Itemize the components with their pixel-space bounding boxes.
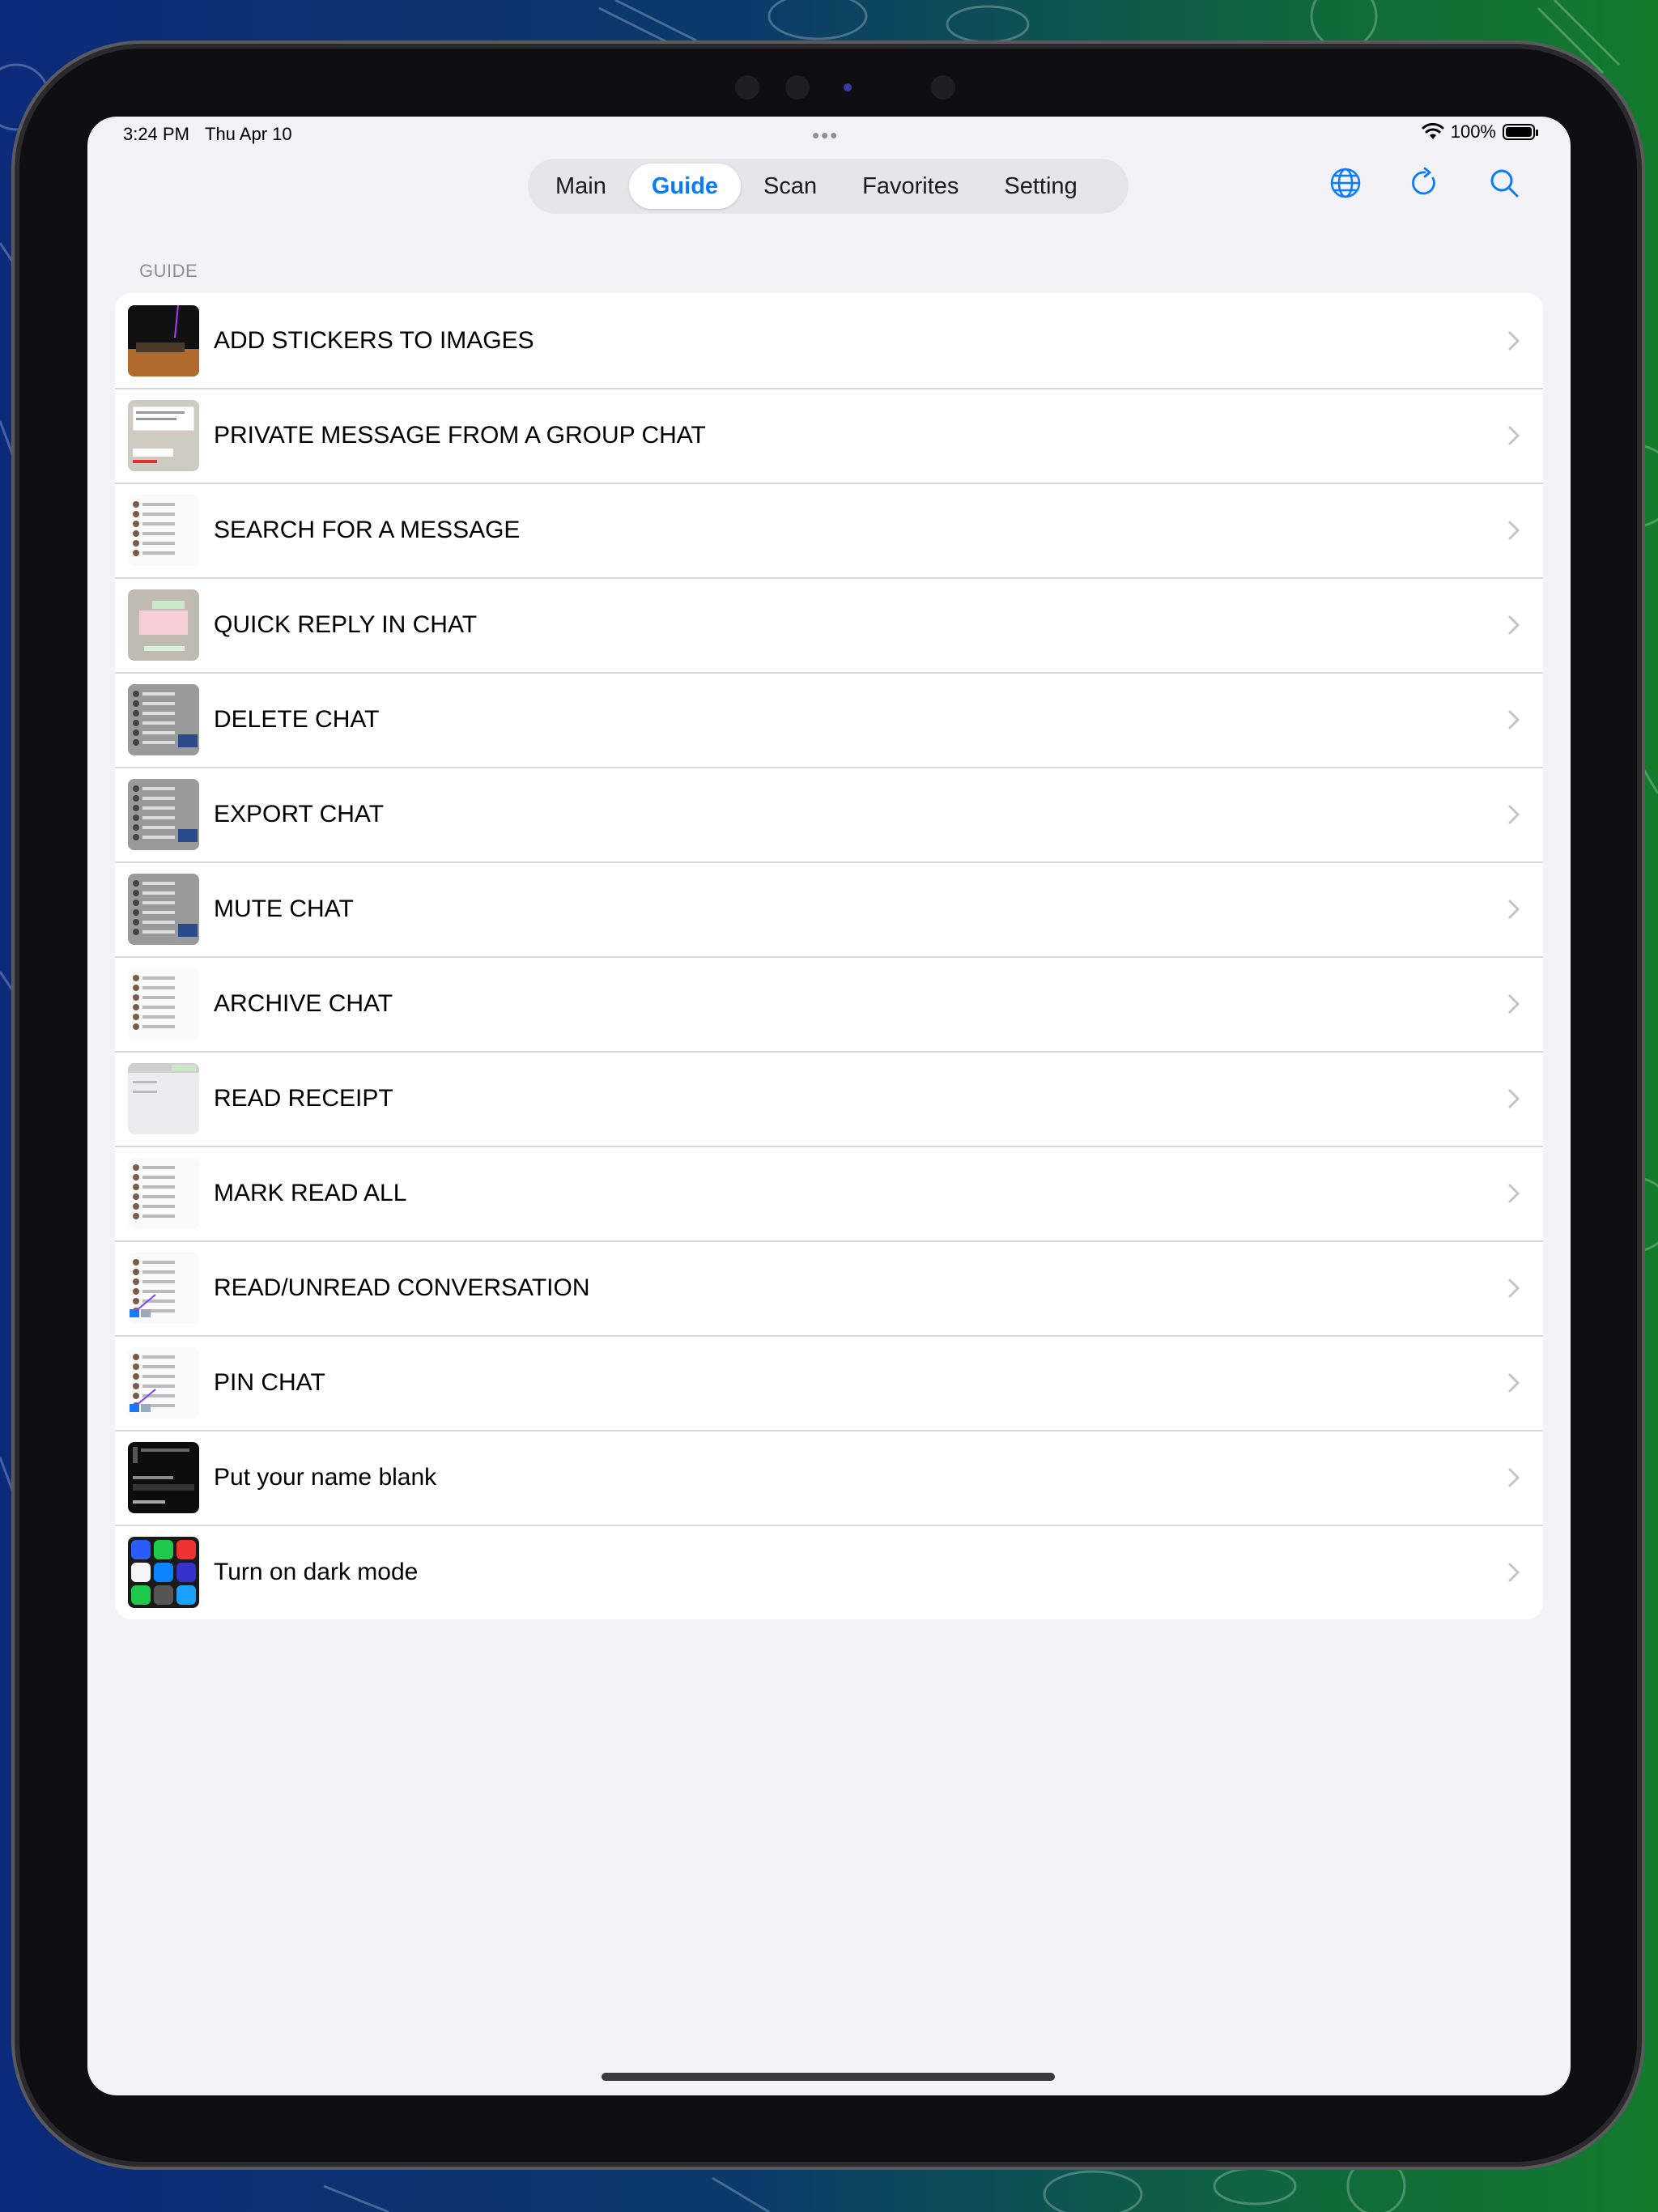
guide-row-label: READ/UNREAD CONVERSATION [214, 1274, 590, 1301]
chevron-right-icon [1508, 1089, 1520, 1108]
guide-thumbnail [128, 873, 199, 945]
guide-row-label: ARCHIVE CHAT [214, 989, 393, 1017]
guide-row[interactable]: PIN CHAT [115, 1335, 1543, 1430]
battery-percent: 100% [1450, 121, 1496, 142]
guide-row[interactable]: ARCHIVE CHAT [115, 956, 1543, 1051]
chevron-right-icon [1508, 615, 1520, 634]
tab-main[interactable]: Main [533, 164, 629, 209]
tab-setting[interactable]: Setting [981, 164, 1099, 209]
chevron-right-icon [1508, 994, 1520, 1013]
guide-row-label: DELETE CHAT [214, 705, 380, 733]
chevron-right-icon [1508, 1468, 1520, 1487]
chevron-right-icon [1508, 1563, 1520, 1581]
guide-row[interactable]: EXPORT CHAT [115, 767, 1543, 861]
camera-icon [844, 83, 852, 91]
guide-row-label: SEARCH FOR A MESSAGE [214, 516, 521, 543]
guide-thumbnail [128, 683, 199, 755]
guide-thumbnail [128, 1536, 199, 1608]
guide-row-label: MARK READ ALL [214, 1179, 407, 1206]
chevron-right-icon [1508, 710, 1520, 729]
guide-thumbnail [128, 1346, 199, 1419]
guide-row-label: READ RECEIPT [214, 1084, 393, 1112]
tab-segmented-control: Main Guide Scan Favorites Setting [528, 159, 1129, 214]
battery-level [1506, 127, 1532, 137]
guide-thumbnail [128, 494, 199, 566]
globe-icon[interactable] [1328, 165, 1363, 201]
chevron-right-icon [1508, 331, 1520, 350]
guide-row-label: PRIVATE MESSAGE FROM A GROUP CHAT [214, 421, 706, 449]
guide-thumbnail [128, 778, 199, 850]
tab-scan[interactable]: Scan [741, 164, 840, 209]
guide-thumbnail [128, 1252, 199, 1324]
home-indicator[interactable] [602, 2073, 1055, 2081]
guide-row-label: ADD STICKERS TO IMAGES [214, 326, 534, 354]
chevron-right-icon [1508, 1278, 1520, 1297]
tab-guide[interactable]: Guide [628, 164, 742, 209]
guide-row-label: Turn on dark mode [214, 1558, 419, 1585]
guide-thumbnail [128, 1062, 199, 1134]
guide-row[interactable]: Put your name blank [115, 1430, 1543, 1525]
chevron-right-icon [1508, 805, 1520, 823]
chevron-right-icon [1508, 426, 1520, 445]
guide-row[interactable]: MUTE CHAT [115, 861, 1543, 956]
wifi-icon [1422, 123, 1444, 139]
battery-icon [1503, 124, 1538, 140]
guide-row[interactable]: QUICK REPLY IN CHAT [115, 577, 1543, 672]
guide-row[interactable]: PRIVATE MESSAGE FROM A GROUP CHAT [115, 388, 1543, 483]
guide-row[interactable]: ADD STICKERS TO IMAGES [115, 293, 1543, 388]
app-screen: 3:24 PM Thu Apr 10 ••• 100% Main Guide Sca… [87, 117, 1571, 2095]
chevron-right-icon [1508, 900, 1520, 918]
guide-row-label: MUTE CHAT [214, 895, 354, 922]
toolbar-icons [1328, 165, 1522, 201]
guide-thumbnail [128, 1441, 199, 1513]
guide-row-label: QUICK REPLY IN CHAT [214, 610, 478, 638]
guide-thumbnail [128, 399, 199, 471]
guide-row[interactable]: MARK READ ALL [115, 1146, 1543, 1240]
tab-favorites[interactable]: Favorites [840, 164, 981, 209]
guide-row-label: PIN CHAT [214, 1368, 325, 1396]
search-icon[interactable] [1486, 165, 1522, 201]
sensor-dot [735, 75, 759, 100]
sensor-dot [931, 75, 955, 100]
guide-row[interactable]: READ/UNREAD CONVERSATION [115, 1240, 1543, 1335]
guide-row[interactable]: READ RECEIPT [115, 1051, 1543, 1146]
multitasking-dots[interactable]: ••• [812, 123, 839, 148]
status-time: 3:24 PM [123, 124, 189, 144]
status-date: Thu Apr 10 [205, 124, 292, 144]
guide-row-label: EXPORT CHAT [214, 800, 385, 827]
guide-thumbnail [128, 589, 199, 661]
section-header-guide: GUIDE [139, 261, 198, 281]
guide-thumbnail [128, 1157, 199, 1229]
chevron-right-icon [1508, 1184, 1520, 1202]
guide-list: ADD STICKERS TO IMAGES PRIVATE MESSAGE FR… [115, 293, 1543, 1619]
guide-row[interactable]: SEARCH FOR A MESSAGE [115, 483, 1543, 577]
camera-sensor-bar [724, 65, 967, 110]
refresh-icon[interactable] [1407, 165, 1443, 201]
guide-thumbnail [128, 304, 199, 376]
guide-row-label: Put your name blank [214, 1463, 437, 1491]
sensor-dot [785, 75, 810, 100]
guide-row[interactable]: DELETE CHAT [115, 672, 1543, 767]
status-indicators: 100% [1422, 121, 1538, 143]
guide-row[interactable]: Turn on dark mode [115, 1525, 1543, 1619]
chevron-right-icon [1508, 1373, 1520, 1392]
guide-thumbnail [128, 968, 199, 1040]
status-bar: 3:24 PM Thu Apr 10 ••• 100% [87, 117, 1571, 152]
chevron-right-icon [1508, 521, 1520, 539]
